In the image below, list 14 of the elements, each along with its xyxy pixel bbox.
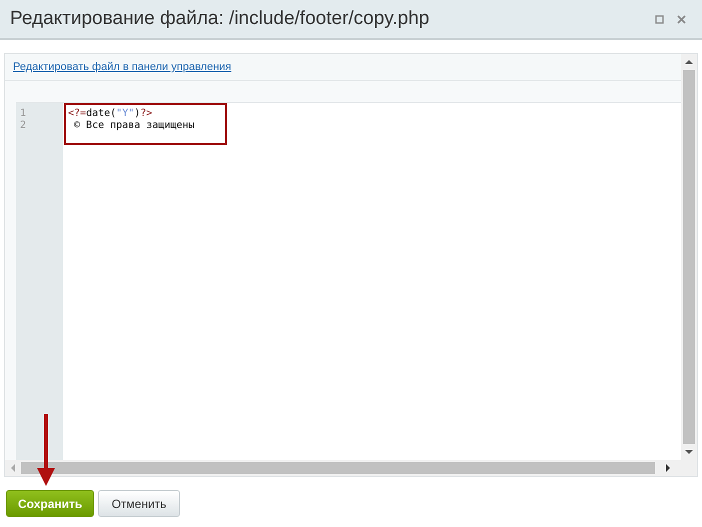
line-number: 1	[19, 108, 28, 120]
vertical-scrollbar[interactable]	[681, 54, 697, 460]
edit-in-panel-link[interactable]: Редактировать файл в панели управления	[13, 61, 232, 73]
cancel-button[interactable]: Отменить	[98, 490, 180, 517]
scroll-down-icon[interactable]	[685, 450, 693, 454]
scroll-left-icon[interactable]	[11, 464, 15, 472]
horizontal-scrollbar[interactable]	[5, 460, 681, 476]
code-line: © Все права защищены	[73, 120, 194, 132]
scroll-right-icon[interactable]	[666, 464, 670, 472]
window-title: Редактирование файла: /include/footer/copy.php	[10, 8, 430, 30]
code-line: <?=date("Y")?>	[68, 108, 154, 120]
scroll-up-icon[interactable]	[685, 60, 693, 64]
code-editor[interactable]: 1 2 <?=date("Y")?> © Все права защищены	[16, 102, 681, 460]
line-number: 2	[19, 120, 28, 132]
